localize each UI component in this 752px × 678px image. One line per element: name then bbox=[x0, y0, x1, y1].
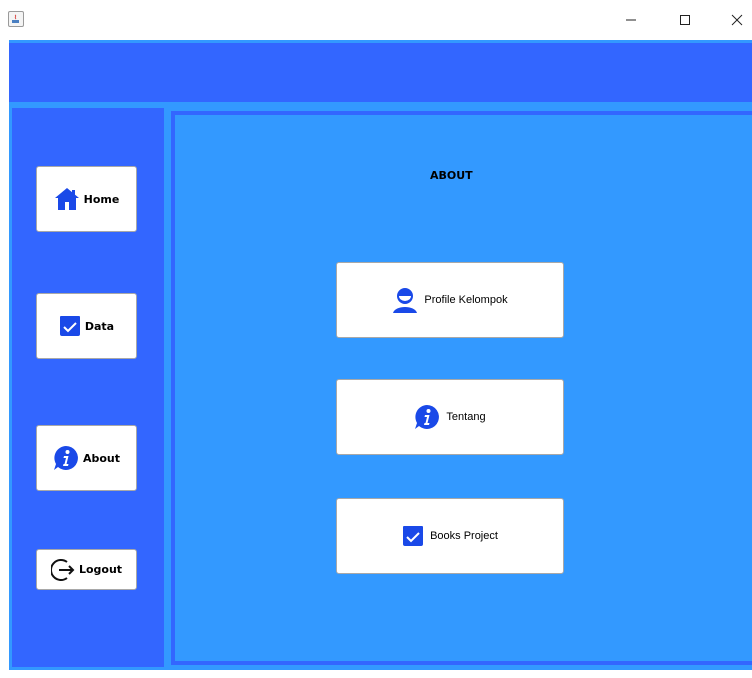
title-bar bbox=[0, 0, 752, 40]
sidebar-item-about[interactable]: About bbox=[36, 425, 137, 491]
sidebar-item-logout[interactable]: Logout bbox=[36, 549, 137, 590]
tentang-button[interactable]: Tentang bbox=[336, 379, 564, 455]
user-icon bbox=[392, 287, 418, 313]
logout-icon bbox=[50, 558, 75, 582]
home-icon bbox=[54, 187, 80, 211]
minimize-button[interactable] bbox=[608, 0, 654, 40]
button-label: Profile Kelompok bbox=[424, 294, 508, 306]
button-label: Tentang bbox=[446, 411, 486, 423]
books-project-button[interactable]: Books Project bbox=[336, 498, 564, 574]
sidebar-item-label: Data bbox=[84, 319, 115, 333]
checkbox-icon bbox=[402, 525, 424, 547]
sidebar-item-home[interactable]: Home bbox=[36, 166, 137, 232]
close-button[interactable] bbox=[714, 0, 752, 40]
maximize-icon bbox=[680, 15, 690, 25]
sidebar-item-label: About bbox=[82, 451, 121, 465]
close-icon bbox=[731, 14, 743, 26]
header-bar bbox=[9, 43, 752, 102]
minimize-icon bbox=[626, 19, 636, 21]
sidebar-item-label: Home bbox=[83, 192, 120, 206]
checkbox-icon bbox=[59, 315, 81, 337]
page-title: ABOUT bbox=[430, 169, 473, 182]
profile-kelompok-button[interactable]: Profile Kelompok bbox=[336, 262, 564, 338]
info-icon bbox=[53, 445, 79, 471]
sidebar-item-label: Logout bbox=[78, 563, 123, 576]
maximize-button[interactable] bbox=[662, 0, 708, 40]
java-app-icon bbox=[8, 11, 24, 27]
info-icon bbox=[414, 404, 440, 430]
sidebar-item-data[interactable]: Data bbox=[36, 293, 137, 359]
button-label: Books Project bbox=[430, 530, 498, 542]
